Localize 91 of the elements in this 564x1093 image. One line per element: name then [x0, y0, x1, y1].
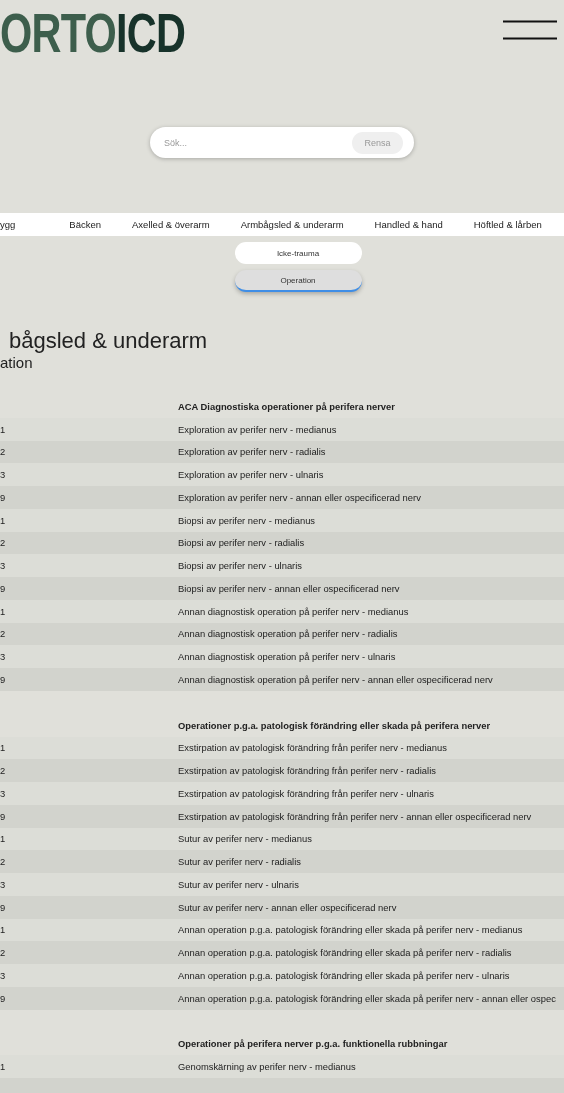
code-row[interactable]: 9 Exstirpation av patologisk förändring från perifer nerv - annan eller ospecificerad nerv: [0, 804, 564, 828]
code-row[interactable]: 1 Exploration av perifer nerv - medianus: [0, 417, 564, 441]
subcategory-tab[interactable]: Operation: [234, 270, 362, 292]
description-cell: Exploration av perifer nerv - medianus: [178, 423, 337, 435]
description-cell: Sutur av perifer nerv - radialis: [178, 856, 301, 868]
description-cell: Exstirpation av patologisk förändring från perifer nerv - medianus: [178, 742, 447, 754]
code-row[interactable]: 9 Annan diagnostisk operation på perifer nerv - annan eller ospecificerad nerv: [0, 668, 564, 691]
description-cell: Exstirpation av patologisk förändring från perifer nerv - annan eller ospecificerad nerv: [178, 810, 532, 822]
description-cell: Biopsi av perifer nerv - radialis: [178, 537, 305, 549]
section-title: Operationer på perifera nerver p.g.a. funktionella rubbningar: [178, 1038, 448, 1050]
code-cell-text: 9: [0, 810, 7, 822]
code-row[interactable]: 3 Annan operation p.g.a. patologisk förändring eller skada på perifer nerv - ulnaris: [0, 964, 564, 987]
code-row[interactable]: 9 Exploration av perifer nerv - annan eller ospecificerad nerv: [0, 486, 564, 509]
section-title: Operationer p.g.a. patologisk förändring eller skada på perifera nerver: [178, 719, 491, 731]
code-row[interactable]: 9 Biopsi av perifer nerv - annan eller ospecificerad nerv: [0, 577, 564, 600]
description-cell: Annan diagnostisk operation på perifer nerv - annan eller ospecificerad nerv: [178, 673, 493, 685]
code-row[interactable]: 1 Sutur av perifer nerv - medianus: [0, 827, 564, 851]
description-cell: Biopsi av perifer nerv - ulnaris: [178, 560, 302, 572]
code-cell-text: 1: [0, 833, 7, 845]
page-heading: bågsled & underarm: [9, 328, 209, 354]
description-cell: Biopsi av perifer nerv - annan eller ospecificerad nerv: [178, 582, 400, 594]
description-cell: Sutur av perifer nerv - ulnaris: [178, 878, 299, 890]
code-row[interactable]: 3 Exstirpation av patologisk förändring från perifer nerv - ulnaris: [0, 782, 564, 805]
description-cell: Exploration av perifer nerv - annan eller ospecificerad nerv: [178, 491, 421, 503]
description-cell: Exploration av perifer nerv - ulnaris: [178, 469, 324, 481]
code-cell-text: 2: [0, 628, 7, 640]
code-cell-text: 1: [0, 924, 7, 936]
code-row[interactable]: 1 Genomskärning av perifer nerv - medianus: [0, 1055, 564, 1078]
description-cell: Genomskärning av perifer nerv - medianus: [178, 1061, 356, 1073]
code-cell-text: 1: [0, 605, 7, 617]
code-cell-text: 9: [0, 582, 7, 594]
code-cell-text: 9: [0, 673, 7, 685]
menu-icon[interactable]: [503, 20, 557, 40]
category-tab[interactable]: Axelled & överarm: [132, 219, 210, 230]
code-row[interactable]: 3 Annan diagnostisk operation på perifer nerv - ulnaris: [0, 645, 564, 668]
description-cell: Biopsi av perifer nerv - medianus: [178, 514, 316, 526]
code-cell-text: 1: [0, 1061, 7, 1073]
code-row[interactable]: 2 Biopsi av perifer nerv - radialis: [0, 531, 564, 555]
code-cell-text: 2: [0, 856, 7, 868]
subcategory-tab[interactable]: Icke-trauma: [234, 242, 362, 264]
description-cell: Annan diagnostisk operation på perifer nerv - radialis: [178, 628, 398, 640]
category-tab[interactable]: Höftled & lårben: [473, 219, 542, 230]
category-tab[interactable]: Armbågsled & underarm: [240, 219, 344, 230]
code-cell-text: 3: [0, 651, 7, 663]
code-row[interactable]: 2 Exstirpation av patologisk förändring från perifer nerv - radialis: [0, 759, 564, 782]
code-cell-text: 9: [0, 992, 7, 1004]
code-row[interactable]: 2 Exploration av perifer nerv - radialis: [0, 440, 564, 464]
description-cell: Annan operation p.g.a. patologisk förändring eller skada på perifer nerv - medianus: [178, 924, 523, 936]
code-row[interactable]: 1 Annan operation p.g.a. patologisk förändring eller skada på perifer nerv - medianus: [0, 918, 564, 942]
section-title: ACA Diagnostiska operationer på perifera nerver: [178, 400, 395, 412]
description-cell: Exploration av perifer nerv - radialis: [178, 446, 326, 458]
code-row[interactable]: 9 Annan operation p.g.a. patologisk förändring eller skada på perifer nerv - annan eller ospec: [0, 986, 564, 1010]
code-row[interactable]: 9 Sutur av perifer nerv - annan eller ospecificerad nerv: [0, 895, 564, 919]
code-cell-text: 2: [0, 947, 7, 959]
code-cell-text: 3: [0, 878, 7, 890]
code-cell-text: 1: [0, 514, 7, 526]
description-cell: Annan operation p.g.a. patologisk förändring eller skada på perifer nerv - radialis: [178, 947, 512, 959]
description-cell: Annan diagnostisk operation på perifer nerv - medianus: [178, 605, 409, 617]
code-row[interactable]: 2 Annan operation p.g.a. patologisk förändring eller skada på perifer nerv - radialis: [0, 941, 564, 964]
code-cell-text: 1: [0, 742, 7, 754]
category-tab[interactable]: Handled & hand: [374, 219, 443, 230]
code-row[interactable]: 2 Annan diagnostisk operation på perifer nerv - radialis: [0, 622, 564, 646]
code-row[interactable]: 1 Biopsi av perifer nerv - medianus: [0, 508, 564, 532]
code-cell-text: 1: [0, 423, 7, 435]
category-tab[interactable]: Bäcken: [69, 219, 101, 230]
code-cell-text: 2: [0, 765, 7, 777]
code-cell-text: 3: [0, 969, 7, 981]
description-cell: Exstirpation av patologisk förändring från perifer nerv - radialis: [178, 765, 436, 777]
code-row[interactable]: 1 Exstirpation av patologisk förändring från perifer nerv - medianus: [0, 736, 564, 760]
description-cell: Annan diagnostisk operation på perifer nerv - ulnaris: [178, 651, 396, 663]
category-tab[interactable]: ygg: [0, 219, 16, 230]
description-cell: Annan operation p.g.a. patologisk förändring eller skada på perifer nerv - annan eller ospec: [178, 992, 556, 1004]
code-cell-text: 9: [0, 491, 7, 503]
code-cell-text: 2: [0, 537, 7, 549]
description-cell: Sutur av perifer nerv - medianus: [178, 833, 312, 845]
code-cell-text: 9: [0, 901, 7, 913]
description-cell: Exstirpation av patologisk förändring från perifer nerv - ulnaris: [178, 787, 434, 799]
code-cell-text: 3: [0, 560, 7, 572]
code-cell-text: 3: [0, 469, 7, 481]
code-cell-text: 2: [0, 446, 7, 458]
code-cell-text: 3: [0, 787, 7, 799]
search-field[interactable]: Sök...: [162, 136, 352, 149]
code-row[interactable]: 2 Sutur av perifer nerv - radialis: [0, 850, 564, 873]
description-cell: Annan operation p.g.a. patologisk förändring eller skada på perifer nerv - ulnaris: [178, 969, 510, 981]
page-subheading: ation: [0, 354, 34, 372]
code-row[interactable]: 1 Annan diagnostisk operation på perifer nerv - medianus: [0, 599, 564, 623]
code-row[interactable]: 3 Exploration av perifer nerv - ulnaris: [0, 463, 564, 486]
logo[interactable]: ORTOICD: [0, 8, 186, 58]
code-row[interactable]: 3 Sutur av perifer nerv - ulnaris: [0, 873, 564, 896]
code-row[interactable]: 3 Biopsi av perifer nerv - ulnaris: [0, 554, 564, 577]
description-cell: Sutur av perifer nerv - annan eller ospecificerad nerv: [178, 901, 397, 913]
